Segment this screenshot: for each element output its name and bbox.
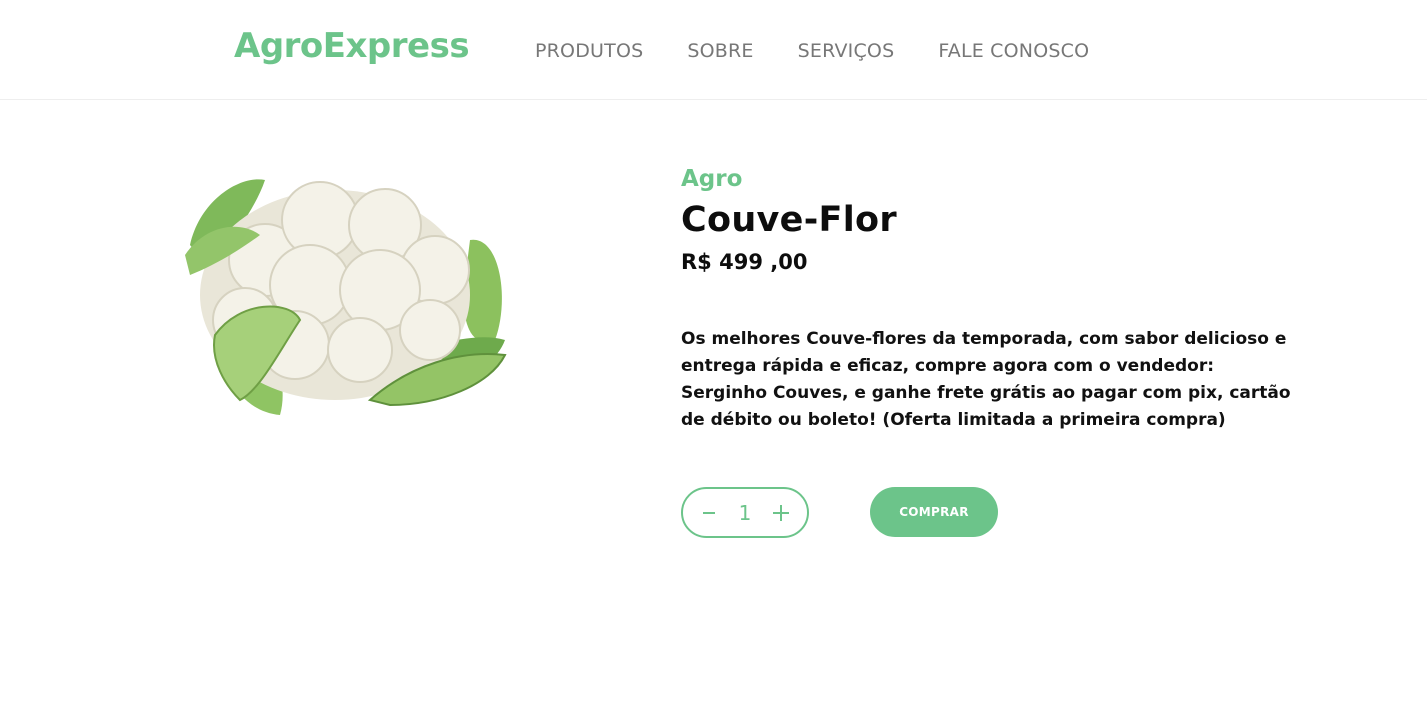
nav-link-sobre[interactable]: SOBRE (687, 40, 753, 62)
cauliflower-image (185, 179, 507, 415)
plus-icon[interactable] (771, 503, 791, 523)
product-details: Agro Couve-Flor R$ 499 ,00 Os melhores C… (681, 166, 1321, 434)
product-description: Os melhores Couve-flores da temporada, c… (681, 329, 1291, 430)
product-category: Agro (681, 166, 743, 192)
quantity-stepper: 1 (681, 487, 809, 538)
site-header: AgroExpress PRODUTOS SOBRE SERVIÇOS FALE… (0, 0, 1427, 100)
nav-link-produtos[interactable]: PRODUTOS (535, 40, 643, 62)
main-nav: PRODUTOS SOBRE SERVIÇOS FALE CONOSCO (535, 40, 1133, 62)
buy-button[interactable]: COMPRAR (870, 487, 998, 537)
nav-link-servicos[interactable]: SERVIÇOS (798, 40, 895, 62)
product-title: Couve-Flor (681, 200, 897, 240)
product-price: R$ 499 ,00 (681, 250, 808, 274)
nav-link-fale-conosco[interactable]: FALE CONOSCO (938, 40, 1089, 62)
quantity-value[interactable]: 1 (739, 501, 752, 525)
brand-logo[interactable]: AgroExpress (234, 26, 470, 66)
product-image (170, 150, 510, 430)
minus-icon[interactable] (699, 503, 719, 523)
